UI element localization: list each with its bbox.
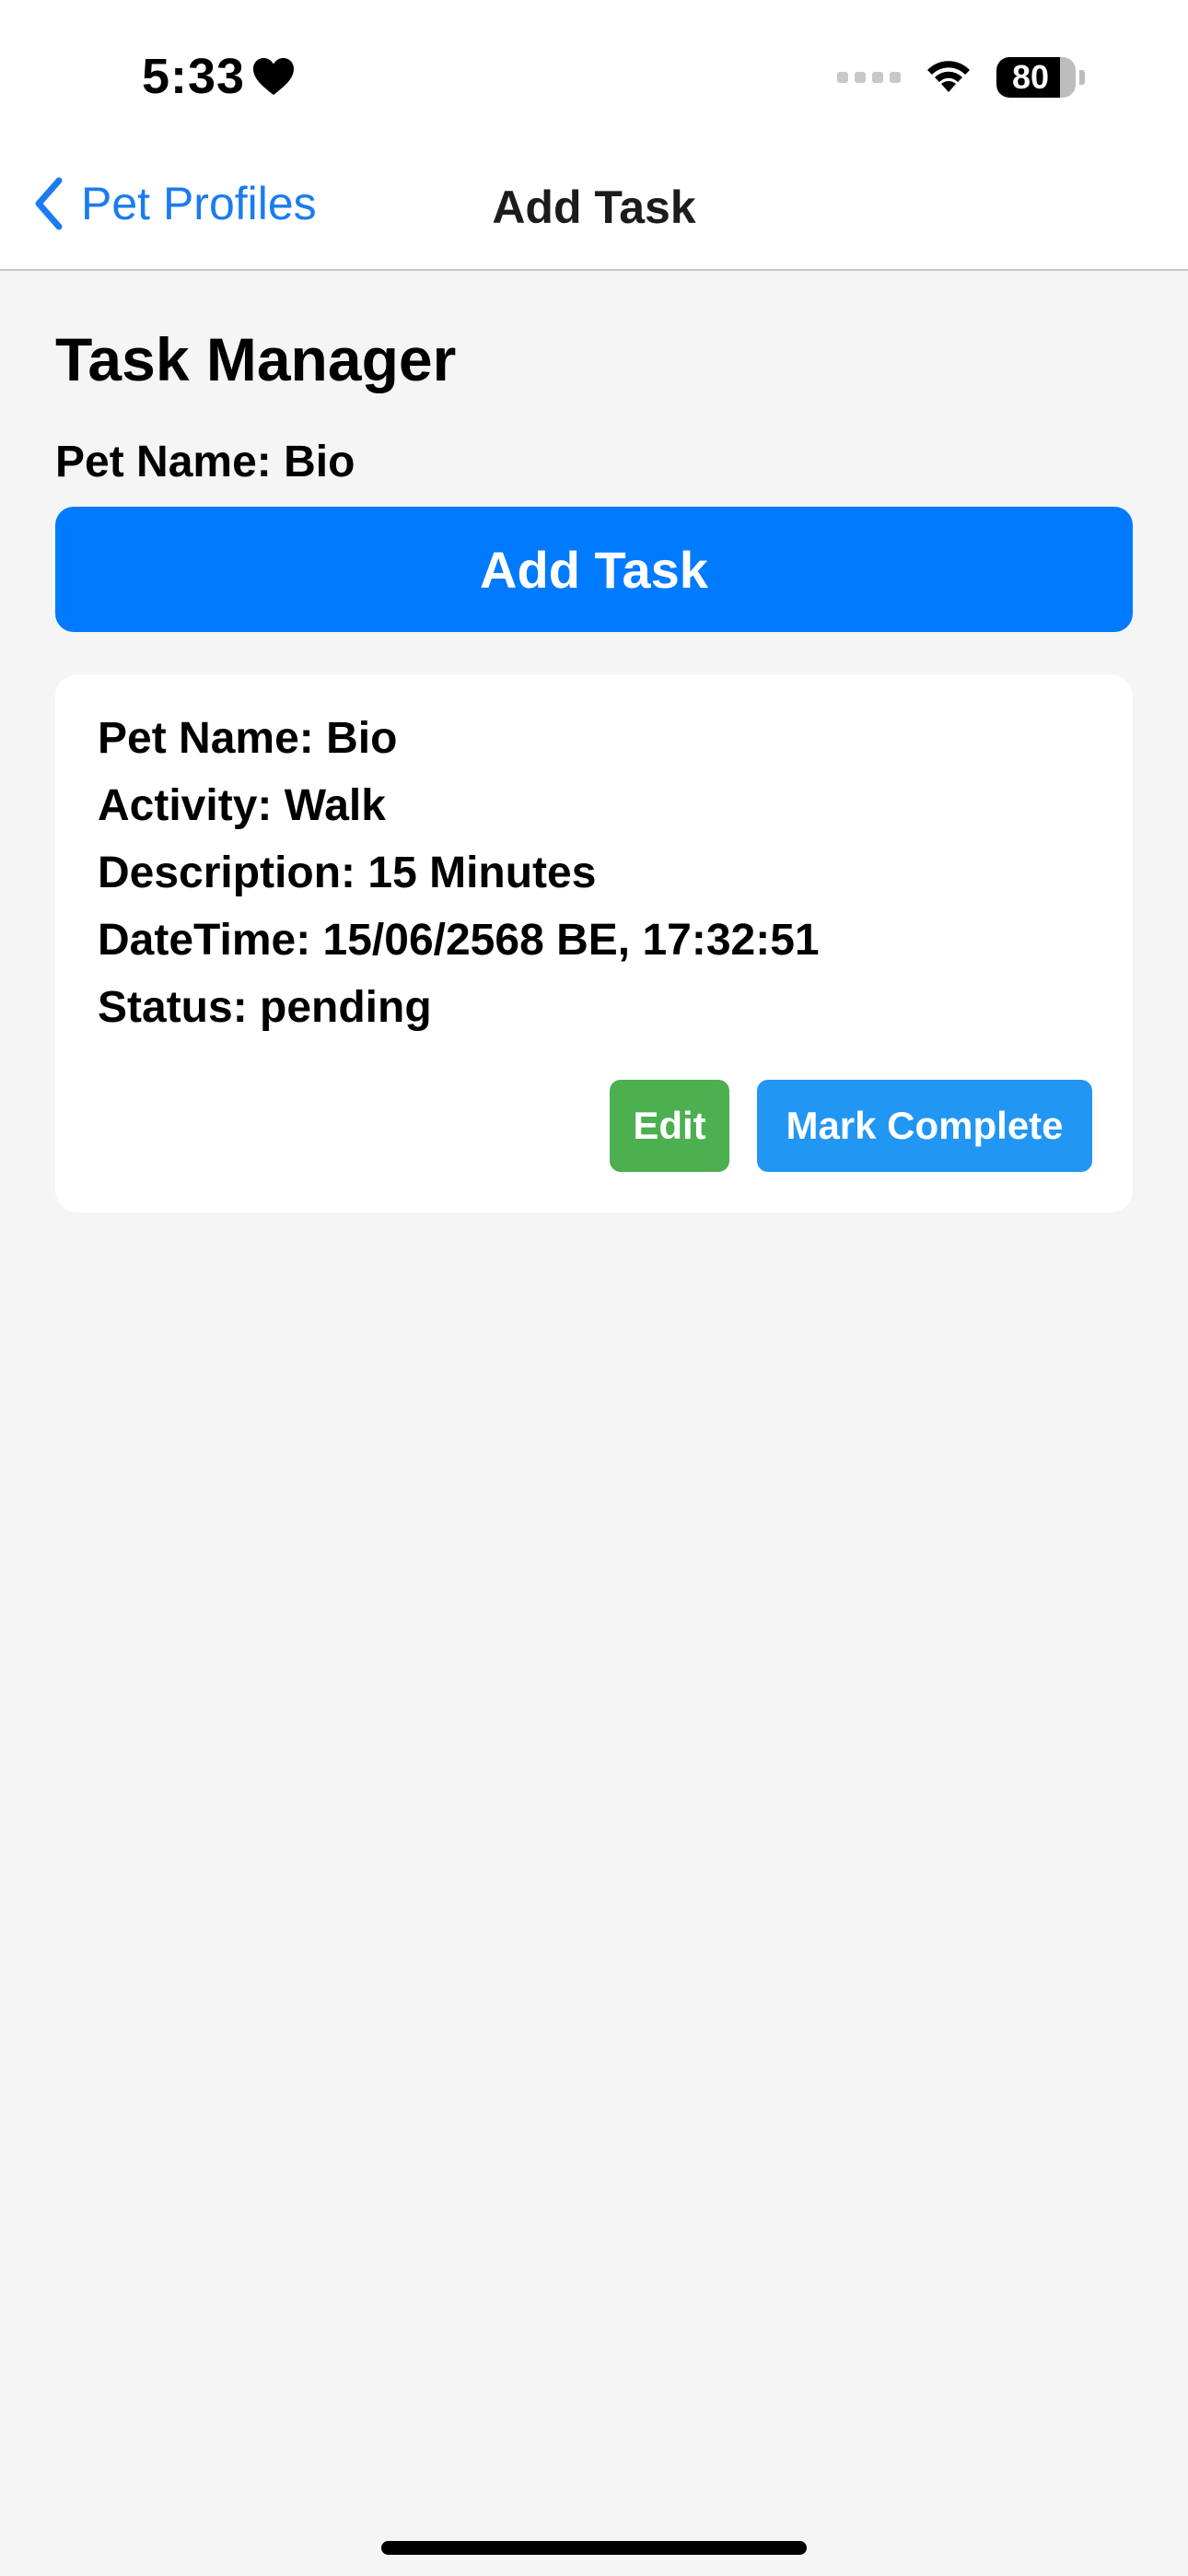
battery-level: 80 [1011,57,1050,96]
battery-icon: 80 [996,56,1076,98]
task-activity: Activity: Walk [98,781,386,830]
task-status: Status: pending [98,983,432,1032]
wifi-icon [923,55,974,99]
status-time-group: 5:33 [142,48,295,105]
task-description: Description: 15 Minutes [98,849,597,897]
nav-title: Add Task [492,181,696,233]
mark-complete-button[interactable]: Mark Complete [757,1080,1092,1172]
header-area: 5:33 80 Pet Profiles Add Task [0,0,1188,271]
task-pet-name: Pet Name: Bio [98,714,398,763]
status-icons: 80 [837,55,1085,99]
status-time: 5:33 [142,49,246,104]
add-task-button[interactable]: Add Task [55,507,1133,632]
battery-cap [1079,69,1085,85]
edit-button[interactable]: Edit [610,1080,729,1172]
page-title: Task Manager [55,325,457,393]
task-datetime: DateTime: 15/06/2568 BE, 17:32:51 [98,916,820,965]
heart-icon [252,57,295,96]
home-indicator[interactable] [381,2541,807,2555]
status-bar: 5:33 80 [0,0,1188,157]
navigation-bar: Pet Profiles Add Task [0,166,1188,267]
signal-icon [837,71,901,83]
task-card: Pet Name: Bio Activity: Walk Description… [55,674,1133,1212]
pet-name-label: Pet Name: Bio [55,438,355,486]
